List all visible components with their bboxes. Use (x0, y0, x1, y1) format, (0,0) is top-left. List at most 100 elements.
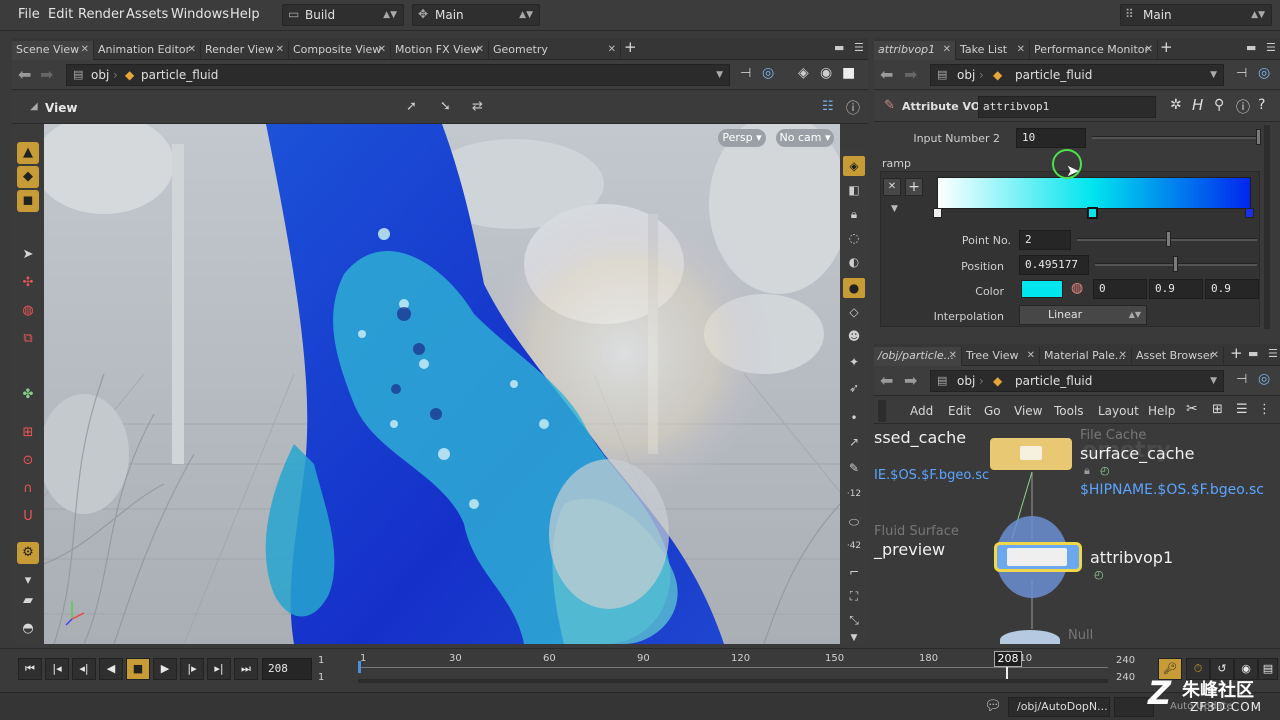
handle-tool-icon[interactable]: ✤ (17, 384, 39, 406)
net-menu-layout[interactable]: Layout (1098, 404, 1139, 418)
menu-windows[interactable]: Windows (171, 7, 229, 22)
remove-key-button[interactable]: ✕ (883, 178, 901, 196)
tab-motion-fx-view[interactable]: Motion FX View ✕ (391, 41, 489, 60)
param-scrollbar[interactable] (1264, 125, 1270, 329)
tab-asset-browser[interactable]: Asset Browser ✕ (1132, 347, 1224, 366)
color-r-field[interactable]: 0 (1093, 279, 1147, 299)
point-no-slider-knob[interactable] (1166, 231, 1171, 247)
close-icon[interactable]: ✕ (949, 347, 957, 364)
start-frame2-label[interactable]: 1 (318, 672, 324, 683)
menu-render[interactable]: Render (78, 7, 124, 22)
dot-icon[interactable]: • (843, 408, 865, 428)
timeline-track[interactable]: 1 30 60 90 120 150 180 210 208 (358, 651, 1108, 683)
display-options-icon[interactable]: ◈ (843, 156, 865, 176)
view-menu-icon[interactable]: ◢ (30, 101, 38, 112)
start-frame-label[interactable]: 1 (318, 655, 324, 666)
pane-options-icon[interactable]: ☰ (854, 41, 864, 54)
step-back-button[interactable]: ◂| (72, 658, 96, 680)
scale-tool-icon[interactable]: ⧉ (17, 328, 39, 350)
end-frame2-label[interactable]: 240 (1116, 672, 1135, 683)
input-number-slider[interactable] (1092, 136, 1260, 139)
search-icon[interactable]: ⚲ (1214, 97, 1224, 113)
chat-icon[interactable]: 💬︎ (984, 698, 1002, 714)
add-tab-icon[interactable]: + (1230, 344, 1243, 362)
close-icon[interactable]: ✕ (476, 41, 484, 58)
jump-end-button[interactable]: ⏭ (234, 658, 258, 680)
path-node[interactable]: particle_fluid (1015, 65, 1092, 85)
clock-icon[interactable]: ◴ (1094, 568, 1104, 581)
chevron-down-icon[interactable]: ▼ (716, 65, 723, 85)
pin-icon[interactable]: ⊣ (740, 66, 751, 81)
link-icon[interactable]: ◎ (762, 65, 774, 81)
help-icon[interactable]: ⓘ (846, 98, 860, 118)
tools-icon[interactable]: ✂ (1186, 401, 1198, 417)
measure-icon[interactable]: ⤡ (843, 610, 865, 630)
gear-icon[interactable]: ✲ (1170, 97, 1182, 113)
close-icon[interactable]: ✕ (608, 41, 616, 58)
scene-path-field[interactable]: ▤ obj › ◆ particle_fluid ▼ (66, 64, 730, 86)
vector-icon[interactable]: ↗ (843, 432, 865, 452)
net-menu-add[interactable]: Add (910, 404, 933, 418)
pane-menu-icon[interactable]: ▬ (1246, 41, 1256, 54)
lock-icon[interactable]: 🔒︎ (1084, 464, 1090, 478)
select-mode-edges-icon[interactable]: ◆ (17, 166, 39, 188)
path-root[interactable]: obj (957, 371, 975, 391)
info-icon[interactable]: ⓘ (1236, 97, 1250, 117)
node-file-cache-name[interactable]: surface_cache (1080, 444, 1195, 463)
add-key-button[interactable]: + (905, 178, 923, 196)
camera-menu[interactable]: No cam ▾ (776, 129, 834, 147)
net-menu-go[interactable]: Go (984, 404, 1001, 418)
node-name-field[interactable]: attribvop1 (978, 96, 1156, 118)
close-icon[interactable]: ✕ (1027, 347, 1035, 364)
tab-animation-editor[interactable]: Animation Editor ✕ (94, 41, 201, 60)
network-collapse-handle[interactable] (878, 400, 886, 422)
link-icon[interactable]: ◎ (1258, 65, 1270, 81)
net-menu-edit[interactable]: Edit (948, 404, 971, 418)
tab-scene-view[interactable]: Scene View ✕ (12, 41, 94, 60)
forward-arrow-icon[interactable]: ➡ (40, 65, 53, 84)
menu-edit[interactable]: Edit (48, 7, 73, 22)
forward-arrow-icon[interactable]: ➡ (904, 65, 917, 84)
ramp-key-1[interactable] (933, 208, 942, 218)
view-label[interactable]: View (45, 101, 77, 115)
node-file-cache[interactable] (990, 438, 1072, 470)
shelf-icon[interactable]: ◓ (17, 618, 39, 640)
path-root[interactable]: obj (91, 65, 109, 85)
scroll-down-icon[interactable]: ▼ (843, 628, 865, 648)
param-path-field[interactable]: ▤ obj › ◆ particle_fluid ▼ (930, 64, 1224, 86)
play-button[interactable]: ▶ (153, 658, 177, 680)
chevron-down-icon[interactable]: ▼ (1210, 371, 1217, 391)
node-null[interactable] (1000, 630, 1060, 644)
close-icon[interactable]: ✕ (276, 41, 284, 58)
node-attribvop1[interactable] (994, 542, 1082, 572)
net-menu-view[interactable]: View (1014, 404, 1042, 418)
tab-geometry-spreadsheet[interactable]: Geometry Spreadsheet✕ (489, 41, 621, 73)
end-frame-label[interactable]: 240 (1116, 655, 1135, 666)
back-arrow-icon[interactable]: ⬅ (880, 65, 893, 84)
status-path[interactable]: /obj/AutoDopN... (1008, 697, 1110, 717)
pin-icon[interactable]: ⊣ (1236, 372, 1247, 387)
context-dropdown[interactable]: ✥ Main ▲▼ (412, 4, 540, 26)
tab-tree-view[interactable]: Tree View ✕ (962, 347, 1040, 366)
color-g-field[interactable]: 0.9 (1149, 279, 1203, 299)
shading-mode-icon[interactable]: ◐ (843, 252, 865, 272)
number-12-icon[interactable]: ·12 (843, 484, 865, 504)
input-number-field[interactable]: 10 (1016, 128, 1086, 148)
link-icon[interactable]: ◎ (1258, 371, 1270, 387)
back-arrow-icon[interactable]: ⬅ (880, 371, 893, 390)
tab-take-list[interactable]: Take List ✕ (956, 41, 1030, 60)
node-attribvop1-name[interactable]: attribvop1 (1090, 548, 1173, 567)
add-tab-icon[interactable]: + (624, 38, 637, 56)
forward-arrow-icon[interactable]: ➡ (904, 371, 917, 390)
tab-material-palette[interactable]: Material Pale... ✕ (1040, 347, 1132, 366)
rotate-tool-icon[interactable]: ◍ (17, 300, 39, 322)
close-icon[interactable]: ✕ (1119, 347, 1127, 364)
color-wheel-icon[interactable]: ◍ (1071, 280, 1083, 296)
viewer-options-icon[interactable]: ☷ (822, 99, 834, 114)
network-editor[interactable]: ometry ssed_cache IE.$OS.$F.bgeo.sc Flui… (872, 424, 1280, 644)
template-icon[interactable]: ◧ (843, 180, 865, 200)
step-keyframe-back-button[interactable]: |◂ (45, 658, 69, 680)
color-b-field[interactable]: 0.9 (1205, 279, 1259, 299)
play-reverse-button[interactable]: ◀ (99, 658, 123, 680)
input-number-slider-knob[interactable] (1256, 129, 1261, 145)
